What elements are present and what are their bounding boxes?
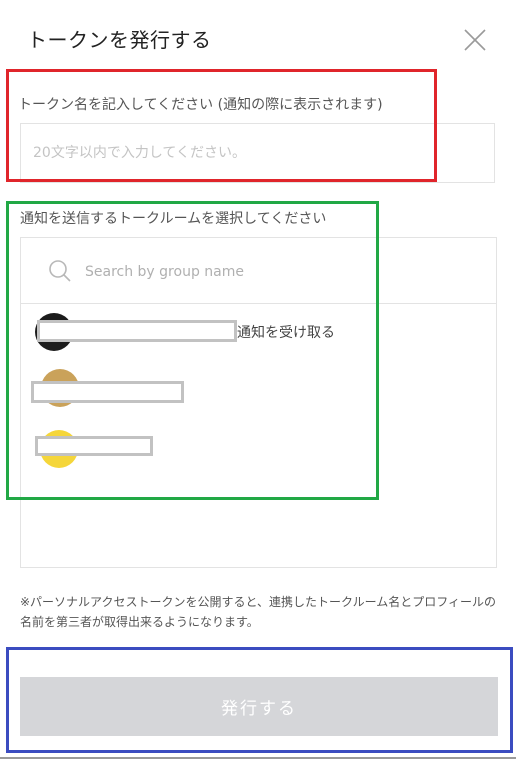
highlight-box-token-name bbox=[6, 69, 437, 182]
close-icon[interactable] bbox=[463, 28, 487, 52]
privacy-notice: ※パーソナルアクセストークンを公開すると、連携したトークルーム名とプロフィールの… bbox=[20, 595, 497, 629]
highlight-box-room-select bbox=[6, 201, 379, 500]
highlight-box-issue-button bbox=[6, 647, 513, 753]
bottom-divider bbox=[0, 757, 516, 759]
dialog-title: トークンを発行する bbox=[27, 28, 212, 52]
